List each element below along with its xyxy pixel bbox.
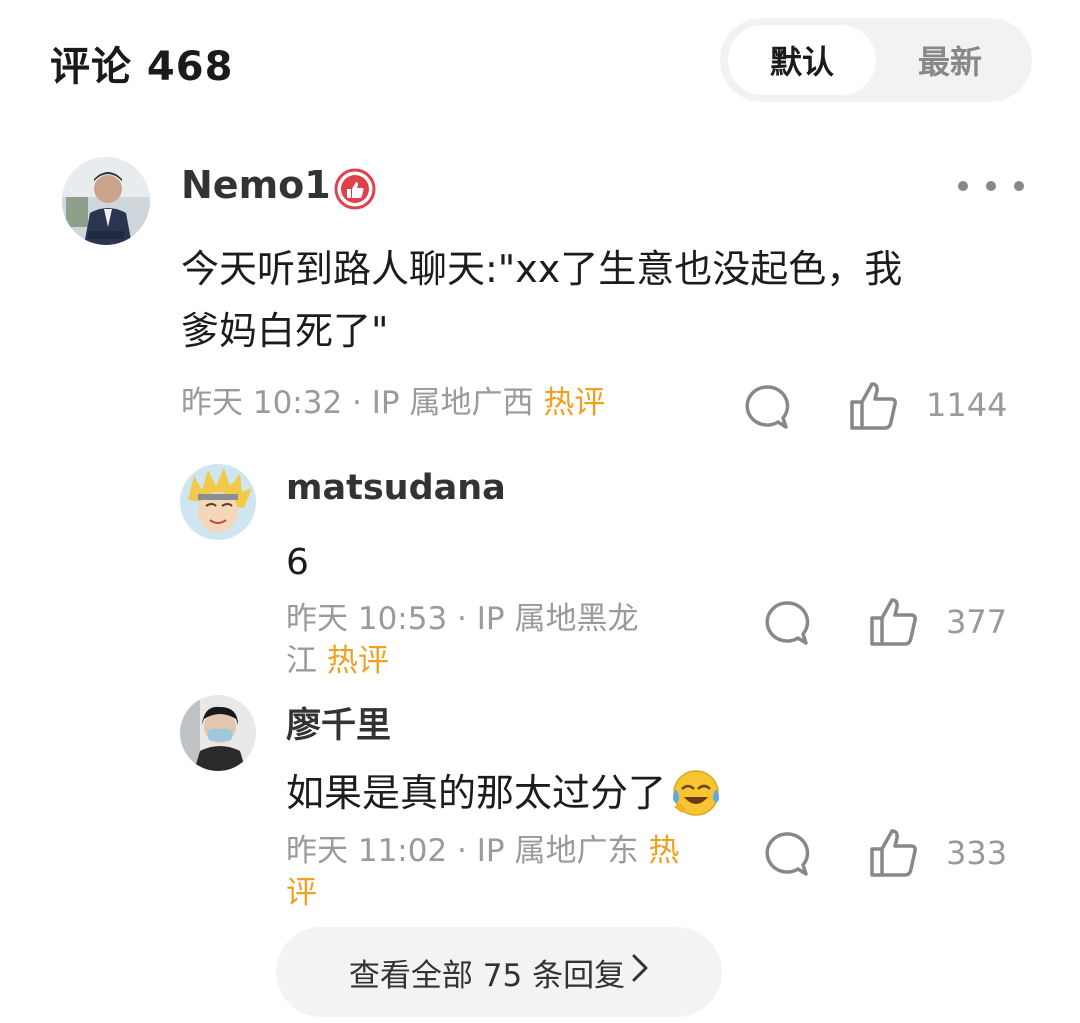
avatar[interactable] bbox=[180, 464, 256, 540]
reply-text: 如果是真的那太过分了 bbox=[286, 771, 667, 815]
hot-comment-badge: 热评 bbox=[326, 643, 389, 679]
reply-time-location: 昨天 11:02 · IP 属地广东 bbox=[286, 833, 639, 869]
reply-text: 6 bbox=[286, 542, 309, 583]
reply-bubble-icon[interactable] bbox=[742, 382, 792, 432]
like-count: 333 bbox=[946, 834, 1008, 872]
like-count: 377 bbox=[946, 603, 1008, 641]
dot-icon bbox=[958, 181, 968, 191]
hot-comment-badge: 热 bbox=[648, 833, 680, 869]
like-icon[interactable] bbox=[868, 825, 922, 879]
sort-default-tab[interactable]: 默认 bbox=[728, 25, 876, 95]
dot-icon bbox=[986, 181, 996, 191]
comment-meta: 昨天 10:32 · IP 属地广西 热评 bbox=[181, 382, 605, 424]
reply-bubble-icon[interactable] bbox=[762, 598, 812, 648]
sort-toggle: 默认 最新 bbox=[720, 18, 1032, 102]
reply-time-location: 昨天 10:53 · IP 属地黑龙 bbox=[286, 601, 639, 637]
reply-bubble-icon[interactable] bbox=[762, 829, 812, 879]
avatar[interactable] bbox=[62, 157, 150, 245]
reply-location-cont: 江 bbox=[286, 643, 317, 679]
dot-icon bbox=[1014, 181, 1024, 191]
like-icon[interactable] bbox=[848, 378, 902, 432]
chevron-right-icon bbox=[631, 953, 649, 991]
like-icon[interactable] bbox=[868, 594, 922, 648]
sort-latest-tab[interactable]: 最新 bbox=[876, 25, 1024, 95]
comments-title: 评论 468 bbox=[50, 44, 234, 90]
hot-comment-badge-cont: 评 bbox=[286, 875, 317, 911]
hot-comment-badge: 热评 bbox=[543, 385, 606, 421]
view-all-replies-button[interactable]: 查看全部 75 条回复 bbox=[276, 927, 722, 1017]
view-all-label: 查看全部 75 条回复 bbox=[348, 957, 626, 994]
comment-text-line2: 爹妈白死了" bbox=[181, 309, 389, 353]
reply-meta: 昨天 10:53 · IP 属地黑龙 江 热评 bbox=[286, 598, 706, 682]
more-options-button[interactable] bbox=[958, 174, 1024, 198]
avatar[interactable] bbox=[180, 695, 256, 771]
reply-username[interactable]: matsudana bbox=[286, 468, 506, 508]
comment-text-line1: 今天听到路人聊天:"xx了生意也没起色，我 bbox=[181, 247, 903, 291]
reply-username[interactable]: 廖千里 bbox=[286, 697, 391, 748]
laughing-crying-emoji-icon bbox=[670, 767, 722, 819]
comment-time-location: 昨天 10:32 · IP 属地广西 bbox=[181, 385, 534, 421]
thumbs-up-badge-icon bbox=[334, 168, 376, 210]
comment-username[interactable]: Nemo1 bbox=[181, 163, 331, 207]
like-count: 1144 bbox=[926, 386, 1008, 424]
reply-text-row: 如果是真的那太过分了 bbox=[286, 762, 722, 824]
reply-meta: 昨天 11:02 · IP 属地广东 热 评 bbox=[286, 830, 746, 914]
